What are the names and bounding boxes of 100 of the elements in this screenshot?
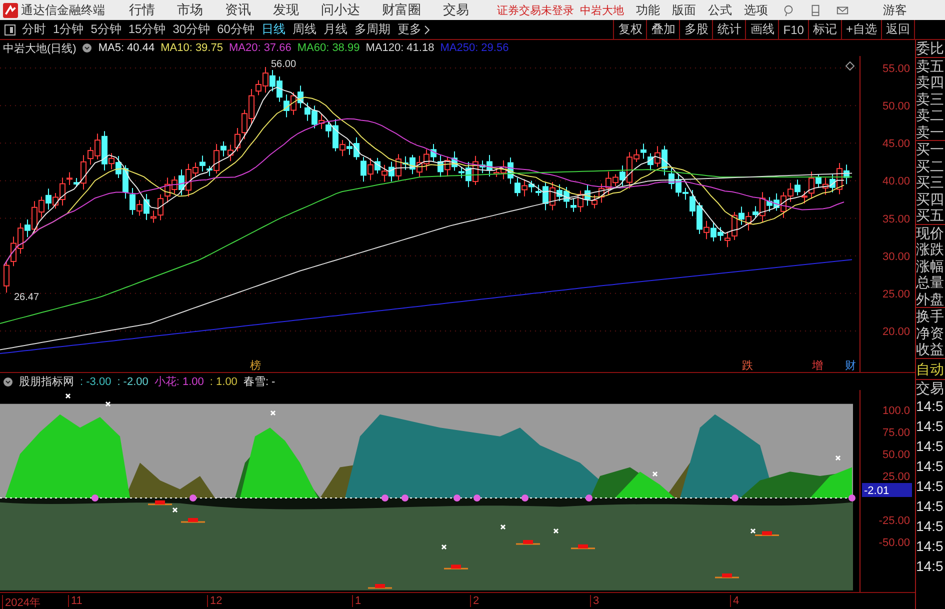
date-axis-label: 2 <box>470 595 480 607</box>
diamond-icon[interactable] <box>845 61 855 71</box>
date-axis-label: 4 <box>730 595 740 607</box>
indicator-axis-label: -25.00 <box>878 515 910 527</box>
quote-label: 净资 <box>916 324 945 341</box>
period-tab[interactable]: 1分钟 <box>53 21 84 38</box>
toolbar-button[interactable]: 返回 <box>881 20 915 39</box>
period-tab[interactable]: 周线 <box>292 21 316 38</box>
quote-label: 卖一 <box>916 124 945 140</box>
period-tab[interactable]: 30分钟 <box>172 21 210 38</box>
settings-icon[interactable] <box>3 376 13 386</box>
indicator-legend-value: : 1.00 <box>210 376 238 388</box>
phone-icon[interactable] <box>809 4 822 16</box>
period-tab[interactable]: 月线 <box>323 21 348 38</box>
indicator-axis-label: 25.00 <box>882 471 910 483</box>
ma-legend-value: MA10: 39.75 <box>160 42 223 54</box>
ma-legend-value: MA20: 37.66 <box>228 42 292 54</box>
quote-label: 买三 <box>916 174 945 190</box>
event-marker[interactable]: 榜 <box>250 360 261 372</box>
ma-legend-value: MA120: 41.18 <box>366 42 434 54</box>
menu-item[interactable]: 问小达 <box>321 1 360 19</box>
menu-item[interactable]: 财富圈 <box>382 1 421 19</box>
period-tab[interactable]: 多周期 <box>354 21 390 38</box>
period-tab[interactable]: 15分钟 <box>128 21 166 38</box>
price-axis-label: 20.00 <box>882 326 910 338</box>
quote-label: 买四 <box>916 190 945 207</box>
indicator-axis-label: 100.0 <box>882 405 910 417</box>
quote-label: 总量 <box>916 274 945 290</box>
price-axis-label: 50.00 <box>882 100 910 113</box>
period-tab[interactable]: 60分钟 <box>217 21 254 38</box>
indicator-axis-label: 75.00 <box>882 427 910 439</box>
indicator-legend-value: 春雪: - <box>243 375 276 389</box>
trade-time: 14:5 <box>916 497 944 516</box>
quote-label: 外盘 <box>916 290 945 307</box>
quote-label: 卖五 <box>916 58 945 74</box>
stock-name: 中岩大地 <box>580 4 624 18</box>
chevron-right-icon[interactable] <box>424 24 430 34</box>
trade-time: 14:5 <box>916 537 944 556</box>
menu-item[interactable]: 选项 <box>744 2 768 18</box>
quote-label: 涨跌 <box>916 241 945 258</box>
price-axis-label: 40.00 <box>882 176 910 188</box>
ma-legend-value: MA250: 29.56 <box>440 42 509 54</box>
high-price-label: 56.00 <box>271 59 296 70</box>
period-tab[interactable]: 更多 <box>397 21 422 38</box>
quote-label: 买五 <box>916 207 945 224</box>
indicator-axis-label: 50.00 <box>882 449 910 461</box>
trade-time: 14:5 <box>916 397 944 416</box>
ma-legend-value: MA60: 38.99 <box>297 42 360 54</box>
menu-item[interactable]: 资讯 <box>225 1 251 19</box>
menu-item[interactable]: 交易 <box>443 1 469 19</box>
ma-legend-value: MA5: 40.44 <box>98 42 155 54</box>
price-axis-label: 55.00 <box>882 63 910 75</box>
app-logo-icon <box>3 2 18 18</box>
trade-time: 14:5 <box>916 437 944 456</box>
settings-icon[interactable] <box>82 43 92 53</box>
current-value-label: -2.01 <box>864 485 890 497</box>
event-marker[interactable]: 跌 <box>742 360 753 372</box>
price-axis-label: 25.00 <box>882 288 910 300</box>
indicator-legend-value: : -3.00 <box>80 376 112 388</box>
trade-time: 14:5 <box>916 457 944 476</box>
menu-item[interactable]: 公式 <box>708 2 732 18</box>
current-value-background <box>862 483 912 497</box>
event-marker[interactable]: 财 <box>845 360 856 372</box>
menu-item[interactable]: 行情 <box>129 1 155 19</box>
menu-item[interactable]: 功能 <box>636 2 660 18</box>
quote-label: 卖三 <box>916 90 945 107</box>
quote-label: 涨幅 <box>916 258 945 274</box>
indicator-legend-value: 小花: 1.00 <box>154 375 204 389</box>
menu-item[interactable]: 版面 <box>672 2 696 18</box>
indicator-axis-label: -50.00 <box>878 537 910 549</box>
date-axis-label: 1 <box>352 595 362 607</box>
quote-label: 现价 <box>916 224 945 241</box>
auto-mode-label[interactable]: 自动 <box>916 358 945 378</box>
indicator-title: 股朋指标网 <box>19 375 74 389</box>
trade-time: 14:5 <box>916 517 944 536</box>
panel-toggle-icon[interactable] <box>4 24 16 36</box>
trade-time: 14:5 <box>916 477 944 496</box>
quote-label: 卖二 <box>916 107 945 124</box>
trade-label: 交易 <box>916 380 945 396</box>
date-axis-label: 11 <box>68 595 82 607</box>
price-axis-label: 35.00 <box>882 213 910 226</box>
user-label[interactable]: 游客 <box>883 2 907 18</box>
quote-label: 委比 <box>916 40 945 56</box>
login-status: 证券交易未登录 <box>497 4 574 18</box>
menu-item[interactable]: 发现 <box>273 1 299 19</box>
price-axis-label: 45.00 <box>882 138 910 150</box>
date-axis-label: 12 <box>207 595 222 607</box>
period-tab[interactable]: 日线 <box>261 21 286 38</box>
event-marker[interactable]: 增 <box>812 360 823 372</box>
price-axis-label: 30.00 <box>882 250 910 263</box>
app-title: 通达信金融终端 <box>21 2 105 18</box>
period-tab[interactable]: 分时 <box>22 21 46 38</box>
quote-label: 换手 <box>916 308 945 324</box>
date-axis-label: 2024年 <box>2 595 40 609</box>
trade-time: 14:5 <box>916 557 944 576</box>
quote-label: 收益 <box>916 341 945 358</box>
menu-item[interactable]: 市场 <box>177 1 203 19</box>
low-price-label: 26.47 <box>14 292 40 303</box>
period-tab[interactable]: 5分钟 <box>90 21 122 38</box>
quote-label: 买二 <box>916 158 945 174</box>
